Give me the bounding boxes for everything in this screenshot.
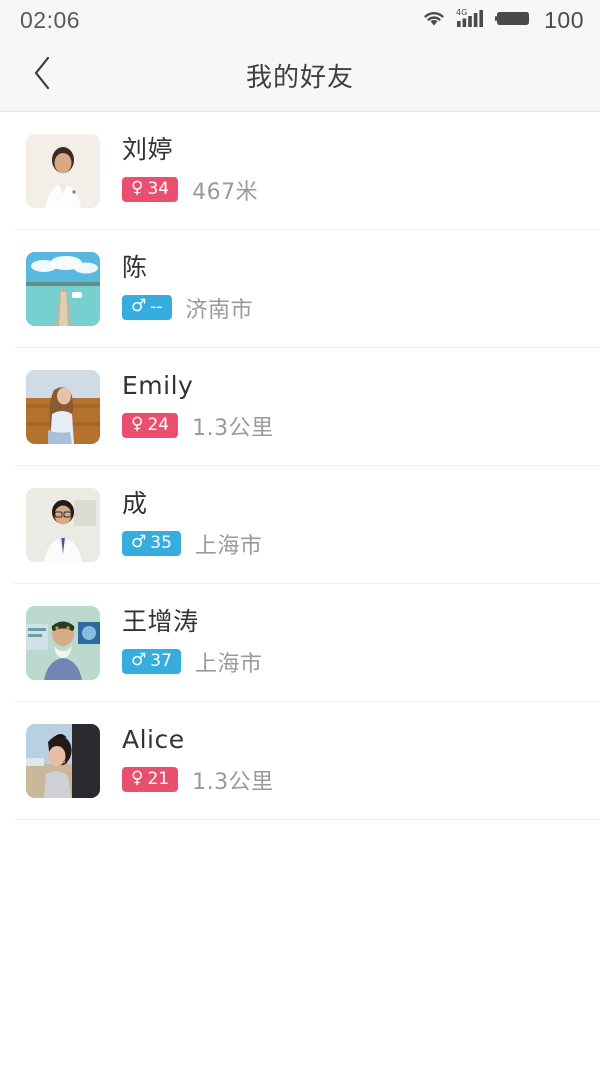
gender-age-badge: ♀ 34 xyxy=(122,177,179,203)
page-title: 我的好友 xyxy=(245,63,354,93)
battery-percentage: 100 xyxy=(544,6,584,33)
nav-bar: 我的好友 xyxy=(0,40,600,112)
friend-info: Emily ♀ 24 1.3公里 xyxy=(122,372,274,442)
gender-age-badge: ♂ -- xyxy=(122,295,172,321)
wifi-icon xyxy=(421,8,447,33)
female-icon: ♀ xyxy=(131,178,144,199)
female-icon: ♀ xyxy=(131,414,144,435)
friend-info: 刘婷 ♀ 34 467米 xyxy=(122,136,258,206)
chevron-left-icon xyxy=(31,55,53,96)
friend-list-item[interactable]: 成 ♂ 35 上海市 xyxy=(0,466,600,584)
friend-name: Emily xyxy=(122,371,194,401)
gender-age-badge: ♀ 24 xyxy=(122,413,179,439)
avatar-chen[interactable] xyxy=(26,252,100,326)
age-label: 24 xyxy=(147,415,170,436)
battery-icon xyxy=(495,8,533,33)
friend-meta: ♀ 24 1.3公里 xyxy=(122,410,274,442)
friend-meta: ♂ -- 济南市 xyxy=(122,292,253,324)
signal-4g-icon: 4G xyxy=(456,7,486,34)
status-bar-clock: 02:06 xyxy=(20,6,81,33)
gender-age-badge: ♂ 35 xyxy=(122,531,181,557)
friend-name: 成 xyxy=(122,489,148,519)
list-empty-space xyxy=(0,943,600,1067)
friend-info: 王增涛 ♂ 37 上海市 xyxy=(122,608,262,678)
friend-list-item[interactable]: 王增涛 ♂ 37 上海市 xyxy=(0,584,600,702)
friend-meta: ♀ 21 1.3公里 xyxy=(122,764,274,796)
svg-text:4G: 4G xyxy=(456,8,467,17)
avatar-cheng[interactable] xyxy=(26,488,100,562)
friend-info: Alice ♀ 21 1.3公里 xyxy=(122,726,274,796)
gender-age-badge: ♂ 37 xyxy=(122,649,181,675)
friend-info: 陈 ♂ -- 济南市 xyxy=(122,254,253,324)
friend-distance-or-city: 上海市 xyxy=(194,651,263,677)
male-icon: ♂ xyxy=(131,296,147,317)
friend-distance-or-city: 1.3公里 xyxy=(192,769,274,795)
friend-info: 成 ♂ 35 上海市 xyxy=(122,490,262,560)
friend-name: 陈 xyxy=(122,253,148,283)
friend-meta: ♂ 35 上海市 xyxy=(122,528,262,560)
friend-meta: ♂ 37 上海市 xyxy=(122,646,262,678)
age-label: -- xyxy=(150,297,163,318)
avatar-wang-zengtao[interactable] xyxy=(26,606,100,680)
friend-list[interactable]: 刘婷♀34467米 陈♂--济南市 Emily♀241.3公里 xyxy=(0,112,600,944)
male-icon: ♂ xyxy=(131,650,147,671)
friend-name: Alice xyxy=(122,725,185,755)
phone-screen: 02:06 4G 100 我的好友 刘婷 ♀ 34 467米 陈 ♂ -- 济南… xyxy=(0,0,600,1067)
avatar-alice[interactable] xyxy=(26,724,100,798)
male-icon: ♂ xyxy=(131,532,147,553)
friend-distance-or-city: 467米 xyxy=(192,179,259,205)
age-label: 37 xyxy=(150,651,172,672)
friend-list-item[interactable]: 陈 ♂ -- 济南市 xyxy=(0,230,600,348)
status-bar: 02:06 4G 100 xyxy=(0,0,600,40)
friend-name: 王增涛 xyxy=(122,607,199,637)
back-button[interactable] xyxy=(14,40,70,111)
female-icon: ♀ xyxy=(131,768,144,789)
status-bar-icons: 4G 100 xyxy=(421,7,584,34)
friend-list-item[interactable]: Emily ♀ 24 1.3公里 xyxy=(0,348,600,466)
friend-name: 刘婷 xyxy=(122,135,174,165)
age-label: 21 xyxy=(147,769,170,790)
age-label: 34 xyxy=(147,179,170,200)
avatar-liu-ting[interactable] xyxy=(26,134,100,208)
friend-list-item[interactable]: Alice ♀ 21 1.3公里 xyxy=(0,702,600,820)
friend-distance-or-city: 济南市 xyxy=(185,297,254,323)
friend-meta: ♀ 34 467米 xyxy=(122,174,258,206)
gender-age-badge: ♀ 21 xyxy=(122,767,179,793)
avatar-emily[interactable] xyxy=(26,370,100,444)
friend-distance-or-city: 上海市 xyxy=(194,533,263,559)
friend-list-item[interactable]: 刘婷 ♀ 34 467米 xyxy=(0,112,600,230)
friend-distance-or-city: 1.3公里 xyxy=(192,415,274,441)
age-label: 35 xyxy=(150,533,172,554)
